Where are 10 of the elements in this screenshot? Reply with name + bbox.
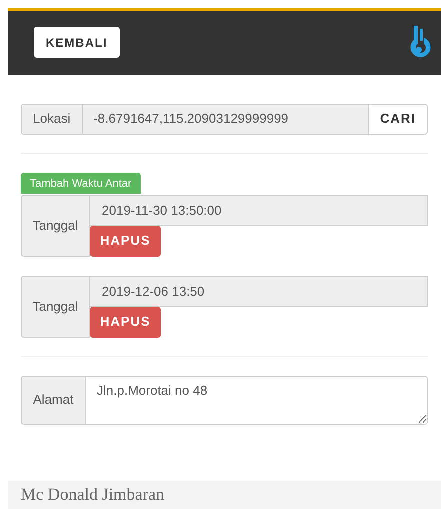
store-title: Mc Donald Jimbaran <box>21 484 165 506</box>
date-field[interactable]: 2019-12-06 13:50 <box>90 276 428 306</box>
address-field[interactable]: Jln.p.Morotai no 48 <box>86 376 428 424</box>
address-label: Alamat <box>21 376 86 424</box>
delete-button[interactable]: HAPUS <box>90 306 161 338</box>
date-label: Tanggal <box>21 194 90 256</box>
date-label: Tanggal <box>21 276 90 338</box>
back-button[interactable]: KEMBALI <box>34 27 120 58</box>
date-field[interactable]: 2019-11-30 13:50:00 <box>90 194 428 226</box>
delete-button[interactable]: HAPUS <box>90 226 161 256</box>
